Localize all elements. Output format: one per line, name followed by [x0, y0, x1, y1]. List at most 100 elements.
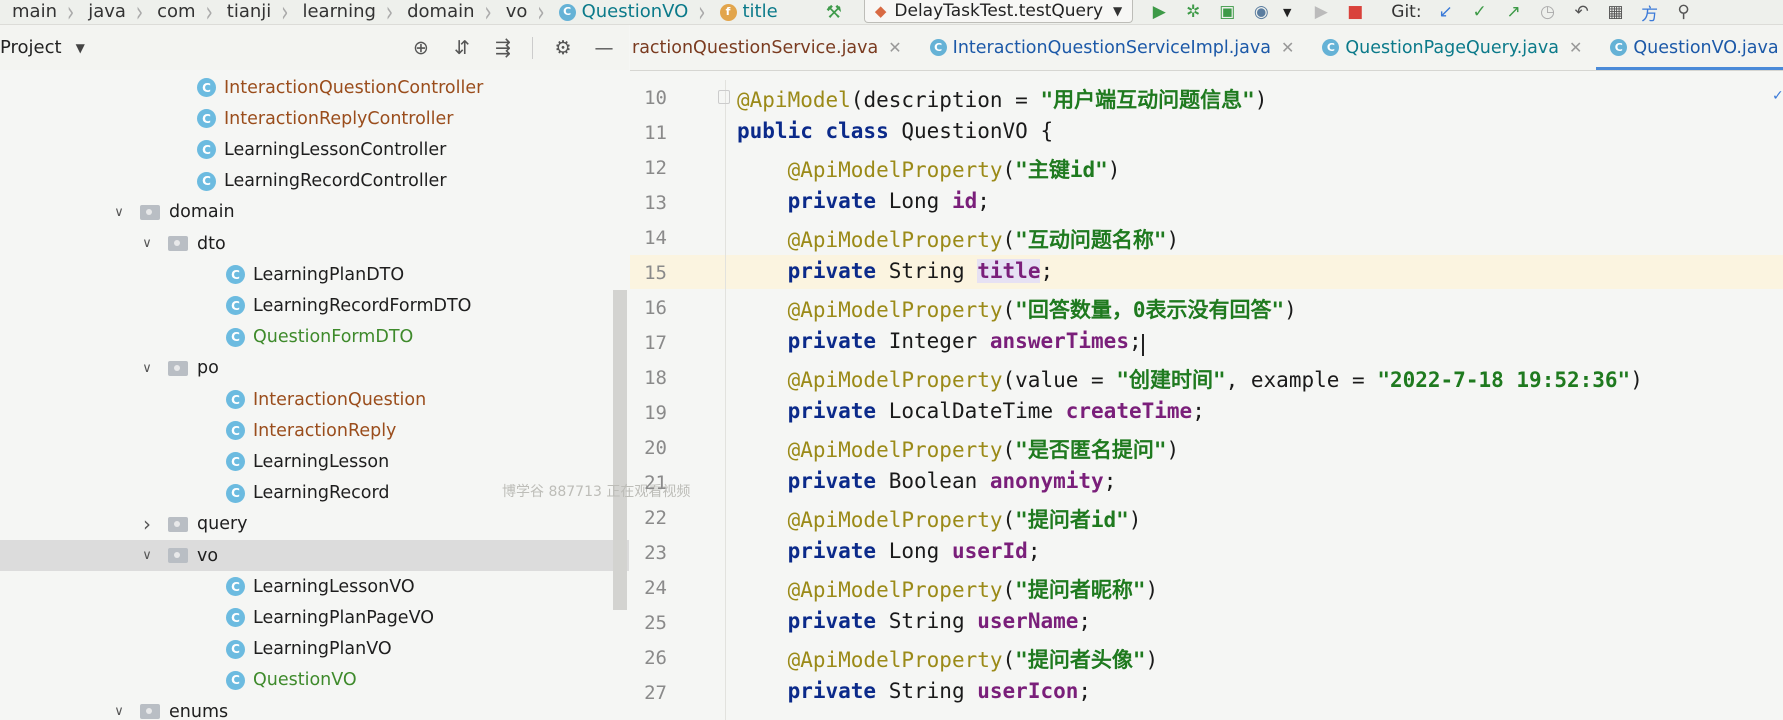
class-icon: C	[197, 171, 216, 191]
breadcrumb-item[interactable]: learning	[292, 2, 381, 22]
breadcrumb-label: main	[12, 1, 57, 22]
tree-folder[interactable]: ∨ dto	[0, 228, 629, 259]
code-line[interactable]: private String title;	[737, 259, 1053, 283]
git-push-icon[interactable]: ↗	[1504, 2, 1524, 22]
breadcrumb-item[interactable]: java	[78, 2, 132, 22]
tree-class-item[interactable]: C LearningRecordController	[0, 166, 629, 197]
code-token: ;	[977, 189, 990, 213]
breadcrumb-item[interactable]: main	[0, 2, 63, 22]
chevron-down-icon[interactable]: ∨	[140, 548, 154, 563]
locate-icon[interactable]: ⊕	[410, 37, 432, 59]
chevron-down-icon[interactable]: ∨	[112, 205, 126, 220]
code-line[interactable]: @ApiModel(description = "用户端互动问题信息")	[737, 84, 1267, 114]
tree-class-item[interactable]: C LearningLessonVO	[0, 571, 629, 602]
chevron-down-icon[interactable]: ∨	[112, 704, 126, 719]
breadcrumb-item[interactable]: C QuestionVO	[549, 2, 695, 22]
breadcrumb-item[interactable]: domain	[397, 2, 480, 22]
run-icon[interactable]: ▶	[1149, 2, 1169, 22]
code-line[interactable]: private Boolean anonymity;	[737, 469, 1117, 493]
editor-tab[interactable]: ractionQuestionService.java ✕	[630, 25, 916, 70]
code-line[interactable]: @ApiModelProperty("提问者id")	[737, 504, 1142, 534]
breadcrumb-item[interactable]: tianji	[217, 2, 278, 22]
git-commit-icon[interactable]: ✓	[1470, 2, 1490, 22]
editor-tab[interactable]: C QuestionPageQuery.java ✕	[1308, 25, 1596, 70]
tree-item-label: LearningPlanVO	[253, 639, 392, 660]
tree-class-item[interactable]: C LearningPlanVO	[0, 634, 629, 665]
code-token: (description =	[850, 88, 1041, 112]
code-line[interactable]: private String userIcon;	[737, 679, 1091, 703]
tree-class-item[interactable]: C QuestionFormDTO	[0, 322, 629, 353]
close-icon[interactable]: ✕	[1569, 38, 1582, 57]
build-hammer-icon[interactable]: ⚒	[826, 2, 842, 23]
code-token: ;	[1078, 679, 1092, 703]
code-line[interactable]: @ApiModelProperty("提问者头像")	[737, 644, 1159, 674]
collapse-all-icon[interactable]: ⇶	[492, 37, 514, 59]
attach-debugger-icon[interactable]: ▶	[1311, 2, 1331, 22]
code-line[interactable]: @ApiModelProperty("主键id")	[737, 154, 1121, 184]
minimize-icon[interactable]: —	[593, 37, 615, 59]
editor-tab[interactable]: C InteractionQuestionServiceImpl.java ✕	[916, 25, 1309, 70]
editor-tab[interactable]: CQuestionVO.java✕	[1596, 25, 1783, 70]
breadcrumb-label: QuestionVO	[581, 1, 689, 22]
expand-all-icon[interactable]: ⇵	[451, 37, 473, 59]
tree-class-item[interactable]: C InteractionReply	[0, 415, 629, 446]
breadcrumb-item[interactable]: com	[147, 2, 201, 22]
close-icon[interactable]: ✕	[1281, 38, 1294, 57]
code-line[interactable]: private String userName;	[737, 609, 1091, 633]
git-rollback-icon[interactable]: ↶	[1572, 2, 1592, 22]
tree-folder[interactable]: ∨ vo	[0, 540, 629, 571]
chevron-down-icon[interactable]: ▼	[1277, 2, 1297, 22]
tree-class-item[interactable]: C InteractionQuestionController	[0, 72, 629, 103]
inspection-check-icon[interactable]: ✓	[1772, 88, 1783, 104]
code-line[interactable]: public class QuestionVO {	[737, 119, 1053, 143]
tree-folder[interactable]: ∨ domain	[0, 197, 629, 228]
code-token: "提问者头像"	[1015, 648, 1146, 672]
code-line[interactable]: private Long id;	[737, 189, 990, 213]
tree-folder[interactable]: ∨ enums	[0, 696, 629, 720]
tree-folder[interactable]: ∨ po	[0, 353, 629, 384]
project-panel-title[interactable]: Project	[0, 37, 62, 58]
project-tree-scrollbar[interactable]	[613, 290, 627, 610]
breadcrumb-item[interactable]: vo	[496, 2, 534, 22]
tree-class-item[interactable]: C LearningRecordFormDTO	[0, 290, 629, 321]
code-token: private	[787, 189, 889, 213]
tree-class-item[interactable]: C InteractionReplyController	[0, 103, 629, 134]
run-configuration-selector[interactable]: ◆ DelayTaskTest.testQuery ▼	[863, 0, 1134, 23]
chevron-down-icon[interactable]: ▼	[76, 41, 85, 55]
code-line[interactable]: @ApiModelProperty("是否匿名提问")	[737, 434, 1180, 464]
tree-class-item[interactable]: C LearningPlanDTO	[0, 259, 629, 290]
close-icon[interactable]: ✕	[888, 38, 901, 57]
editor-tab-label: QuestionPageQuery.java	[1345, 37, 1559, 58]
translate-icon[interactable]: 方	[1640, 2, 1660, 25]
code-line[interactable]: @ApiModelProperty("互动问题名称")	[737, 224, 1180, 254]
chevron-down-icon[interactable]: ∨	[140, 361, 154, 376]
code-token: )	[1145, 648, 1159, 672]
tree-item-label: enums	[169, 701, 229, 720]
git-update-icon[interactable]: ↙	[1436, 2, 1456, 22]
gear-icon[interactable]: ⚙	[552, 37, 574, 59]
chevron-right-icon[interactable]: ›	[140, 512, 154, 536]
git-history-icon[interactable]: ◷	[1538, 2, 1558, 22]
tree-class-item[interactable]: C QuestionVO	[0, 665, 629, 696]
run-with-coverage-icon[interactable]: ▣	[1217, 2, 1237, 22]
profiler-icon[interactable]: ◉	[1251, 2, 1271, 22]
project-structure-icon[interactable]: ▦	[1606, 2, 1626, 22]
breadcrumb-item[interactable]: f title	[710, 2, 784, 22]
tree-class-item[interactable]: C LearningLesson	[0, 446, 629, 477]
stop-icon[interactable]: ■	[1345, 2, 1365, 22]
code-line[interactable]: private Integer answerTimes;	[737, 329, 1142, 353]
code-line[interactable]: @ApiModelProperty(value = "创建时间", exampl…	[737, 364, 1643, 394]
tree-class-item[interactable]: C LearningLessonController	[0, 134, 629, 165]
tree-class-item[interactable]: C InteractionQuestion	[0, 384, 629, 415]
tree-item-label: QuestionFormDTO	[253, 327, 414, 348]
tree-class-item[interactable]: C LearningPlanPageVO	[0, 602, 629, 633]
code-line[interactable]: private LocalDateTime createTime;	[737, 399, 1205, 423]
chevron-down-icon[interactable]: ∨	[140, 236, 154, 251]
debug-icon[interactable]: ✲	[1183, 2, 1203, 22]
code-line[interactable]: @ApiModelProperty("回答数量，0表示没有回答")	[737, 294, 1297, 324]
tree-folder[interactable]: › query	[0, 509, 629, 540]
code-line[interactable]: @ApiModelProperty("提问者昵称")	[737, 574, 1159, 604]
search-icon[interactable]: ⚲	[1674, 2, 1694, 22]
code-line[interactable]: private Long userId;	[737, 539, 1041, 563]
